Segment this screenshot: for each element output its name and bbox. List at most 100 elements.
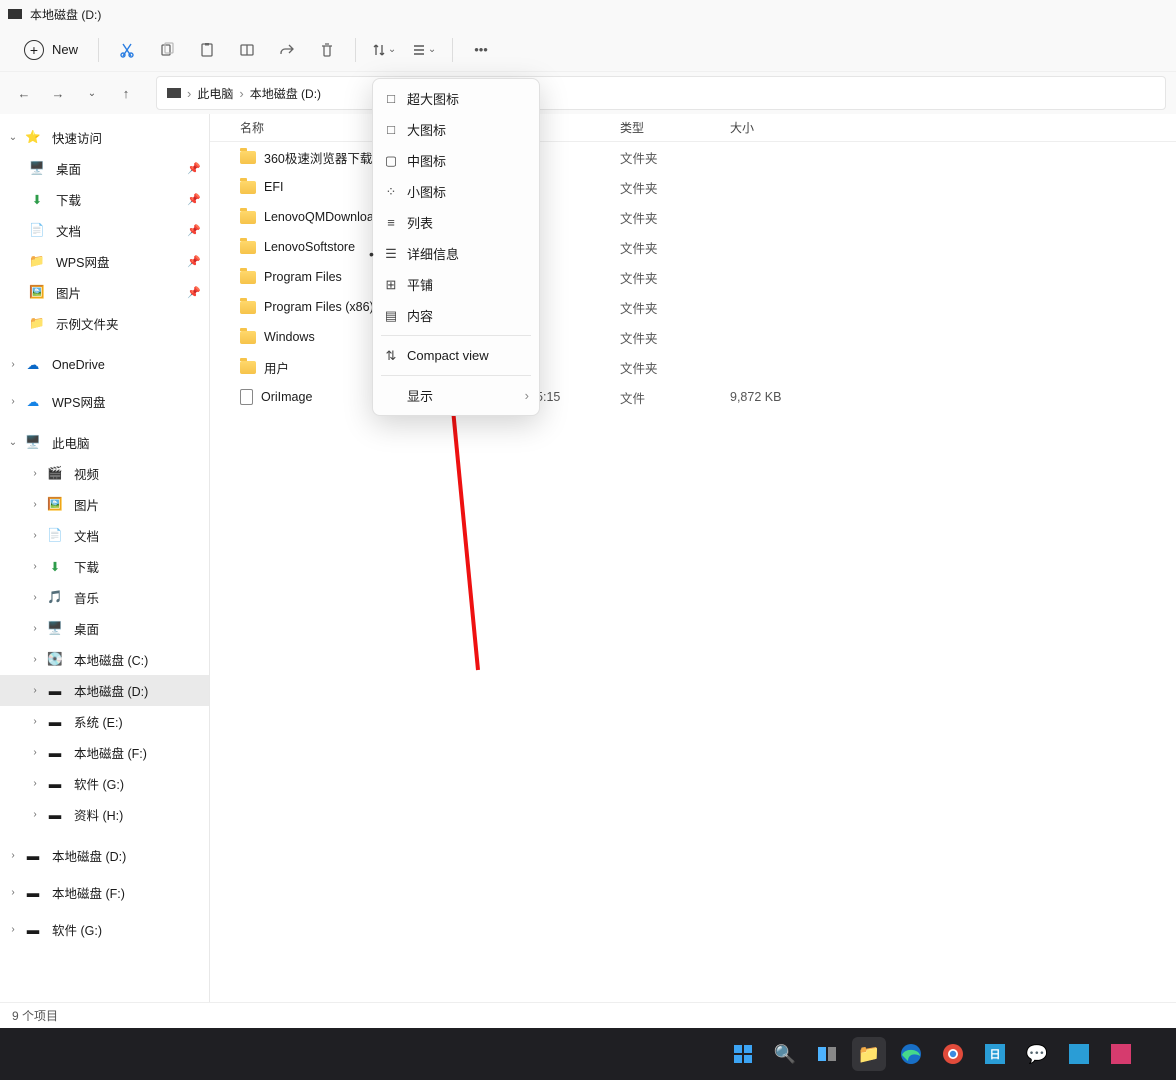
chevron-right-icon: › — [28, 809, 42, 820]
list-item[interactable]: OriImage2021/6/26 15:15文件9,872 KB — [210, 382, 1176, 412]
menu-item[interactable]: ▢中图标 — [373, 145, 539, 176]
toolbar: + New ••• — [0, 28, 1176, 72]
up-button[interactable]: ↑ — [112, 79, 140, 107]
taskbar-edge[interactable] — [894, 1037, 928, 1071]
menu-item[interactable]: ⁘小图标 — [373, 176, 539, 207]
sidebar-item-videos[interactable]: ›🎬视频 — [0, 458, 209, 489]
menu-item-label: 中图标 — [407, 151, 446, 170]
view-button[interactable] — [406, 34, 442, 66]
sidebar-item-label: 本地磁盘 (F:) — [74, 743, 147, 762]
cut-button[interactable] — [109, 34, 145, 66]
menu-item[interactable]: ⊞平铺 — [373, 269, 539, 300]
menu-item-icon: ≡ — [383, 215, 399, 230]
sidebar: ⌄⭐快速访问 🖥️桌面📌 ⬇下载📌 📄文档📌 📁WPS网盘📌 🖼️图片📌 📁示例… — [0, 114, 210, 1002]
sidebar-item-label: 文档 — [74, 526, 99, 545]
taskbar-chrome[interactable] — [936, 1037, 970, 1071]
cloud-icon: ☁ — [24, 393, 42, 411]
sidebar-item-pictures2[interactable]: ›🖼️图片 — [0, 489, 209, 520]
taskbar-start[interactable] — [726, 1037, 760, 1071]
breadcrumb-loc[interactable]: 本地磁盘 (D:) — [250, 85, 321, 102]
breadcrumb-pc[interactable]: 此电脑 — [197, 85, 233, 102]
taskbar-taskview[interactable] — [810, 1037, 844, 1071]
file-name: LenovoQMDownload — [264, 210, 381, 224]
sidebar-item-disk-e[interactable]: ›▬系统 (E:) — [0, 706, 209, 737]
list-item[interactable]: LenovoSoftstore6 23:31文件夹 — [210, 232, 1176, 262]
paste-button[interactable] — [189, 34, 225, 66]
menu-item[interactable]: ≡列表 — [373, 207, 539, 238]
sidebar-item-desktop[interactable]: 🖥️桌面📌 — [0, 153, 209, 184]
sidebar-item-disk-f[interactable]: ›▬本地磁盘 (F:) — [0, 737, 209, 768]
sidebar-item-desktop2[interactable]: ›🖥️桌面 — [0, 613, 209, 644]
menu-item[interactable]: ▤内容 — [373, 300, 539, 331]
new-button[interactable]: + New — [14, 36, 88, 64]
list-item[interactable]: Program Files (x86)6 15:00文件夹 — [210, 292, 1176, 322]
sidebar-item-disk-c[interactable]: ›💽本地磁盘 (C:) — [0, 644, 209, 675]
address-bar[interactable]: › 此电脑 › 本地磁盘 (D:) — [156, 76, 1166, 110]
copy-button[interactable] — [149, 34, 185, 66]
share-button[interactable] — [269, 34, 305, 66]
menu-item[interactable]: ⇅Compact view — [373, 340, 539, 371]
sidebar-item-sample[interactable]: 📁示例文件夹 — [0, 308, 209, 339]
taskbar-wechat[interactable]: 💬 — [1020, 1037, 1054, 1071]
sort-button[interactable] — [366, 34, 402, 66]
forward-button[interactable]: → — [44, 79, 72, 107]
chevron-right-icon: › — [187, 86, 191, 101]
disk-icon — [8, 9, 22, 19]
list-item[interactable]: Program Files2:41文件夹 — [210, 262, 1176, 292]
menu-item-label: 详细信息 — [407, 244, 459, 263]
sidebar-item-docs2[interactable]: ›📄文档 — [0, 520, 209, 551]
sidebar-item-label: 音乐 — [74, 588, 99, 607]
more-button[interactable]: ••• — [463, 34, 499, 66]
column-header-type[interactable]: 类型 — [620, 119, 730, 136]
sidebar-item-music[interactable]: ›🎵音乐 — [0, 582, 209, 613]
sidebar-item-downloads[interactable]: ⬇下载📌 — [0, 184, 209, 215]
sidebar-item-label: 此电脑 — [52, 433, 90, 452]
menu-item[interactable]: ☰详细信息 — [373, 238, 539, 269]
sidebar-item-disk-d[interactable]: ›▬本地磁盘 (D:) — [0, 675, 209, 706]
sidebar-onedrive[interactable]: ›☁OneDrive — [0, 349, 209, 380]
chevron-right-icon: › — [6, 359, 20, 370]
menu-item[interactable]: 显示 — [373, 380, 539, 411]
sidebar-item-disk-g2[interactable]: ›▬软件 (G:) — [0, 914, 209, 945]
list-item[interactable]: 用户7 16:06文件夹 — [210, 352, 1176, 382]
sidebar-this-pc[interactable]: ⌄🖥️此电脑 — [0, 427, 209, 458]
taskbar-app2[interactable] — [1062, 1037, 1096, 1071]
delete-button[interactable] — [309, 34, 345, 66]
list-item[interactable]: 360极速浏览器下载3 17:26文件夹 — [210, 142, 1176, 172]
menu-item[interactable]: □超大图标 — [373, 83, 539, 114]
taskbar-search[interactable]: 🔍 — [768, 1037, 802, 1071]
list-item[interactable]: Windows4:07文件夹 — [210, 322, 1176, 352]
taskbar-explorer[interactable]: 📁 — [852, 1037, 886, 1071]
sidebar-item-disk-g[interactable]: ›▬软件 (G:) — [0, 768, 209, 799]
sidebar-item-disk-d2[interactable]: ›▬本地磁盘 (D:) — [0, 840, 209, 871]
column-header-size[interactable]: 大小 — [730, 119, 850, 136]
sidebar-quick-access[interactable]: ⌄⭐快速访问 — [0, 122, 209, 153]
disk-icon: ▬ — [24, 921, 42, 939]
menu-item[interactable]: □大图标 — [373, 114, 539, 145]
sidebar-item-documents[interactable]: 📄文档📌 — [0, 215, 209, 246]
sidebar-item-disk-f2[interactable]: ›▬本地磁盘 (F:) — [0, 877, 209, 908]
menu-item-label: 内容 — [407, 306, 433, 325]
desktop-icon: 🖥️ — [28, 160, 46, 178]
chevron-right-icon: › — [28, 623, 42, 634]
taskbar-app3[interactable] — [1104, 1037, 1138, 1071]
sidebar-item-label: 软件 (G:) — [74, 774, 124, 793]
menu-separator — [381, 335, 531, 336]
list-item[interactable]: LenovoQMDownload6 19:40文件夹 — [210, 202, 1176, 232]
sidebar-item-dl2[interactable]: ›⬇下载 — [0, 551, 209, 582]
rename-button[interactable] — [229, 34, 265, 66]
separator — [452, 38, 453, 62]
back-button[interactable]: ← — [10, 79, 38, 107]
disk-icon: ▬ — [24, 884, 42, 902]
file-type: 文件夹 — [620, 178, 730, 197]
taskbar-app1[interactable]: 日 — [978, 1037, 1012, 1071]
recent-dropdown[interactable]: ⌄ — [78, 79, 106, 107]
sidebar-item-pictures[interactable]: 🖼️图片📌 — [0, 277, 209, 308]
pin-icon: 📌 — [187, 224, 201, 237]
chevron-right-icon: › — [6, 396, 20, 407]
sidebar-wpscloud[interactable]: ›☁WPS网盘 — [0, 386, 209, 417]
list-item[interactable]: EFI6 17:18文件夹 — [210, 172, 1176, 202]
star-icon: ⭐ — [24, 129, 42, 147]
sidebar-item-wps[interactable]: 📁WPS网盘📌 — [0, 246, 209, 277]
sidebar-item-disk-h[interactable]: ›▬资料 (H:) — [0, 799, 209, 830]
